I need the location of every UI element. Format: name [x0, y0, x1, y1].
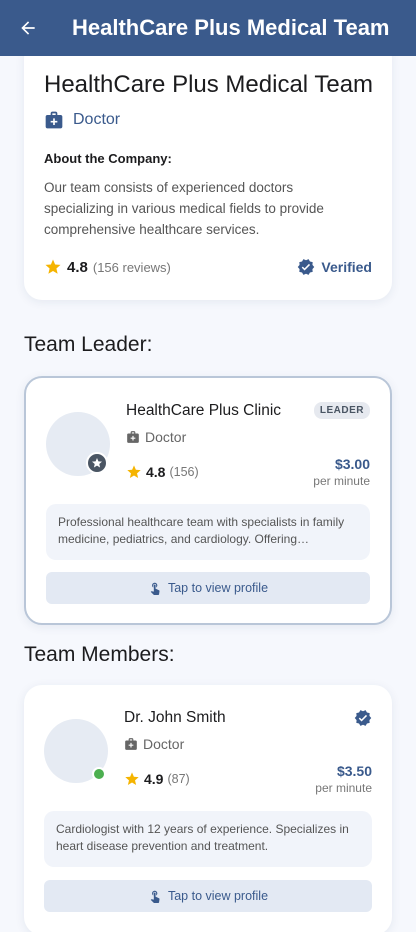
member-name: Dr. John Smith — [124, 709, 226, 726]
rating-value: 4.8 — [67, 258, 88, 276]
star-icon — [92, 458, 102, 468]
leader-name: HealthCare Plus Clinic — [126, 402, 282, 419]
member-view-profile-button[interactable]: Tap to view profile — [44, 880, 372, 912]
rating-value: 4.9 — [144, 771, 164, 787]
review-count: (87) — [167, 772, 190, 786]
leader-description-text: Professional healthcare team with specia… — [58, 515, 345, 546]
about-text: Our team consists of experienced doctors… — [44, 180, 324, 237]
leader-view-profile-button[interactable]: Tap to view profile — [46, 572, 370, 604]
leader-role-label: Doctor — [145, 429, 187, 445]
member-price: $3.50 per minute — [315, 763, 372, 795]
member-description-text: Cardiologist with 12 years of experience… — [56, 822, 349, 853]
about-heading: About the Company: — [44, 151, 172, 166]
leader-description: Professional healthcare team with specia… — [46, 504, 370, 560]
app-bar-title: HealthCare Plus Medical Team — [72, 15, 390, 40]
view-profile-label: Tap to view profile — [167, 581, 269, 595]
price-unit: per minute — [313, 474, 370, 488]
medical-bag-icon — [127, 431, 139, 443]
back-button[interactable] — [0, 0, 56, 56]
leader-role: Doctor — [126, 429, 186, 445]
touch-hand-icon — [150, 582, 160, 595]
team-leader-title: Team Leader: — [24, 333, 153, 356]
verified-badge: Verified — [297, 258, 372, 276]
verified-check-icon — [298, 259, 315, 275]
company-role: Doctor — [44, 110, 120, 130]
price-amount: $3.50 — [336, 763, 372, 779]
member-role: Doctor — [124, 736, 184, 752]
member-role-label: Doctor — [143, 736, 185, 752]
verified-check-icon — [354, 710, 372, 726]
review-count: (156 reviews) — [92, 259, 171, 275]
medical-bag-icon — [125, 738, 137, 750]
star-icon — [125, 772, 139, 785]
view-profile-label: Tap to view profile — [167, 889, 269, 903]
company-rating: 4.8 (156 reviews) — [44, 258, 171, 276]
leader-card[interactable]: HealthCare Plus Clinic LEADER Doctor 4.8… — [24, 376, 392, 625]
member-card[interactable]: Dr. John Smith Doctor 4.9 (87) $3.50 per… — [24, 685, 392, 932]
touch-hand-icon — [150, 890, 160, 903]
team-members-title: Team Members: — [24, 643, 175, 666]
company-role-label: Doctor — [73, 111, 121, 128]
review-count: (156) — [169, 465, 199, 479]
medical-bag-icon — [45, 111, 63, 129]
star-icon — [45, 259, 61, 274]
price-amount: $3.00 — [334, 456, 370, 472]
company-name: HealthCare Plus Medical Team — [44, 71, 374, 98]
leader-tag: LEADER — [313, 402, 370, 419]
leader-price: $3.00 per minute — [313, 456, 370, 488]
arrow-left-icon — [21, 21, 35, 35]
leader-rating: 4.8 (156) — [126, 464, 199, 480]
verified-label: Verified — [321, 259, 372, 275]
app-bar: HealthCare Plus Medical Team — [0, 0, 416, 56]
price-unit: per minute — [315, 781, 372, 795]
online-status-dot — [92, 767, 106, 781]
rating-value: 4.8 — [146, 464, 166, 480]
leader-star-badge — [86, 452, 108, 474]
member-description: Cardiologist with 12 years of experience… — [44, 811, 372, 867]
star-icon — [127, 465, 141, 478]
company-card: HealthCare Plus Medical Team Doctor Abou… — [24, 40, 392, 300]
member-rating: 4.9 (87) — [124, 771, 190, 787]
